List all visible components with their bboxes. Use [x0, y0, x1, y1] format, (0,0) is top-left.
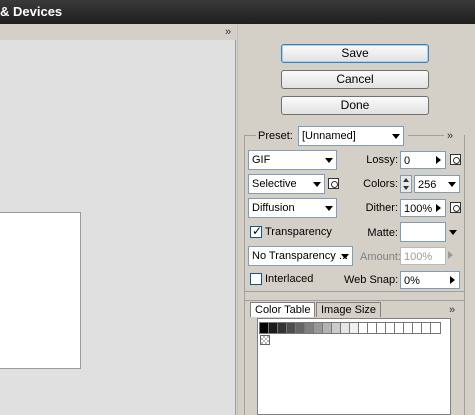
transparency-label: Transparency [265, 226, 332, 238]
group-border [464, 135, 465, 300]
web-snap-label: Web Snap: [344, 274, 399, 286]
optimize-icon[interactable] [450, 154, 461, 165]
dither-algo-value: Diffusion [252, 202, 295, 214]
optimize-icon[interactable] [450, 202, 461, 213]
matte-label: Matte: [367, 227, 398, 239]
color-swatch[interactable] [403, 322, 414, 334]
transparency-checkbox[interactable]: ✓ [250, 224, 263, 238]
preview-toolbar [0, 24, 243, 40]
amount-label: Amount: [360, 251, 401, 263]
cancel-button[interactable]: Cancel [281, 70, 429, 89]
amount-input: 100% [400, 247, 446, 265]
color-swatch[interactable] [358, 322, 369, 334]
transparent-swatch-icon[interactable] [260, 335, 270, 345]
color-swatch[interactable] [286, 322, 297, 334]
dropdown-arrow-icon [325, 158, 333, 163]
color-swatch[interactable] [322, 322, 333, 334]
group-border [244, 135, 245, 300]
colors-stepper[interactable] [400, 175, 412, 193]
flyout-arrow-icon[interactable] [436, 204, 441, 212]
dither-algorithm-dropdown[interactable]: Diffusion [248, 198, 337, 218]
dither-input[interactable]: 100% [400, 199, 446, 217]
group-border [408, 135, 444, 136]
format-value: GIF [252, 154, 271, 166]
dropdown-arrow-icon [392, 134, 400, 139]
color-swatch[interactable] [304, 322, 315, 334]
color-swatch[interactable] [385, 322, 396, 334]
colors-value: 256 [418, 179, 437, 191]
color-swatch[interactable] [349, 322, 360, 334]
flyout-arrow-icon[interactable] [436, 156, 441, 164]
color-swatch[interactable] [376, 322, 387, 334]
dropdown-arrow-icon [448, 182, 456, 187]
transparency-dither-value: No Transparency ... [252, 250, 348, 262]
window-titlebar: & Devices [0, 0, 475, 24]
colors-label: Colors: [363, 178, 398, 190]
color-swatch[interactable] [340, 322, 351, 334]
dither-label: Dither: [365, 202, 398, 214]
lossy-value: 0 [404, 155, 411, 167]
transparency-dither-dropdown[interactable]: No Transparency ... [248, 246, 353, 266]
dropdown-arrow-icon [313, 182, 321, 187]
color-swatch[interactable] [331, 322, 342, 334]
color-swatch[interactable] [259, 322, 270, 334]
web-snap-input[interactable]: 0% [400, 271, 460, 289]
color-swatch[interactable] [394, 322, 405, 334]
color-swatch[interactable] [313, 322, 324, 334]
color-swatch[interactable] [430, 322, 441, 334]
flyout-arrow-icon [448, 251, 453, 259]
preset-value: [Unnamed] [302, 130, 356, 142]
group-border [244, 291, 465, 292]
color-swatch[interactable] [295, 322, 306, 334]
optimize-icon[interactable] [328, 178, 339, 189]
dropdown-arrow-icon [449, 230, 457, 235]
dither-value: 100% [404, 203, 433, 215]
color-swatch[interactable] [277, 322, 288, 334]
web-snap-value: 0% [404, 275, 420, 287]
interlaced-checkbox[interactable] [250, 273, 262, 285]
panel-divider[interactable] [237, 24, 243, 415]
flyout-menu-icon[interactable]: » [447, 130, 453, 142]
stepper-up-icon[interactable] [403, 178, 409, 182]
preset-dropdown[interactable]: [Unnamed] [298, 126, 404, 146]
dropdown-arrow-icon [325, 206, 333, 211]
color-swatch[interactable] [412, 322, 423, 334]
expand-icon[interactable]: » [225, 26, 231, 38]
lossy-input[interactable]: 0 [400, 151, 446, 169]
save-button[interactable]: Save [281, 44, 429, 63]
window-title: & Devices [0, 4, 63, 19]
amount-value: 100% [404, 251, 433, 263]
checkmark-icon: ✓ [252, 224, 263, 238]
swatch-row [259, 322, 450, 334]
tab-image-size[interactable]: Image Size [316, 302, 382, 317]
lossy-label: Lossy: [366, 154, 398, 166]
colors-dropdown[interactable]: 256 [414, 175, 460, 193]
tab-color-table[interactable]: Color Table [250, 302, 316, 317]
image-preview [0, 212, 81, 369]
color-reduction-dropdown[interactable]: Selective [248, 174, 325, 194]
interlaced-label: Interlaced [265, 273, 314, 285]
done-button[interactable]: Done [281, 96, 429, 115]
flyout-arrow-icon[interactable] [450, 276, 455, 284]
color-swatch[interactable] [367, 322, 378, 334]
group-border [244, 135, 256, 136]
dropdown-arrow-icon [341, 254, 349, 259]
matte-input[interactable] [400, 222, 446, 242]
color-swatch[interactable] [268, 322, 279, 334]
stepper-down-icon[interactable] [403, 186, 409, 190]
flyout-menu-icon[interactable]: » [449, 304, 455, 316]
format-dropdown[interactable]: GIF [248, 150, 337, 170]
reduction-value: Selective [252, 178, 297, 190]
preset-label: Preset: [258, 130, 293, 142]
color-swatch[interactable] [421, 322, 432, 334]
matte-dropdown-button[interactable] [446, 222, 460, 242]
color-table[interactable] [257, 318, 451, 415]
